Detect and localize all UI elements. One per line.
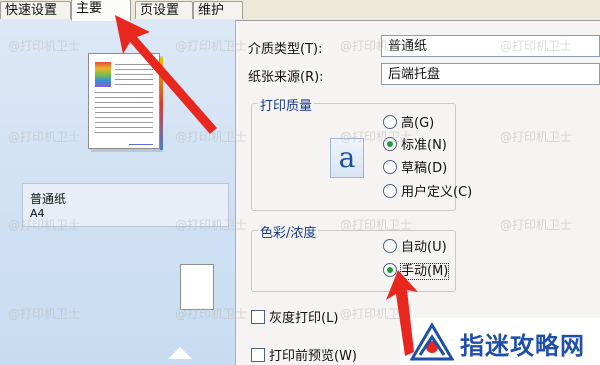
option-label: 用户定义(C) [401,185,473,200]
tab-quick-setup[interactable]: 快速设置 [0,1,71,19]
tab-label: 主要 [76,1,103,16]
media-size: A4 [30,207,45,220]
checkbox-icon[interactable] [251,310,265,324]
logo-mark-icon [410,323,454,361]
print-quality-icon: a [330,138,364,178]
option-label: 草稿(D) [401,161,448,176]
radio-icon[interactable] [383,239,397,253]
tab-maintenance[interactable]: 维护 [193,1,243,19]
quality-option-high[interactable]: 高(G) [383,115,434,133]
checkbox-label: 灰度打印(L) [269,311,339,326]
checkbox-icon[interactable] [251,348,265,362]
paper-source-label: 纸张来源(R): [248,70,324,85]
site-logo: 指迷攻略网 [400,318,600,365]
quality-option-custom[interactable]: 用户定义(C) [383,184,472,202]
tab-main[interactable]: 主要 [71,0,131,21]
media-type-value: 普通纸 [388,39,428,54]
paper-source-value: 后端托盘 [388,67,441,82]
tab-label: 维护 [198,3,225,18]
option-label: 手动(M) [399,263,450,280]
watermark: @打印机卫士 [500,218,573,232]
quality-option-standard[interactable]: 标准(N) [383,137,447,155]
paper-sheet-icon [180,264,214,310]
option-label: 标准(N) [401,138,447,153]
chevron-up-icon[interactable] [168,347,192,359]
option-label: 高(G) [401,116,435,131]
color-intensity-title: 色彩/浓度 [258,222,319,241]
media-type-select[interactable]: 普通纸 [381,35,600,57]
grayscale-print-checkbox[interactable]: 灰度打印(L) [251,307,338,326]
tab-page-setup[interactable]: 页设置 [135,1,193,19]
tab-label: 快速设置 [5,3,58,18]
media-type-label: 介质类型(T): [248,42,323,57]
logo-text: 指迷攻略网 [460,332,585,360]
color-option-manual[interactable]: 手动(M) [383,263,450,281]
radio-icon[interactable] [383,160,397,174]
watermark: @打印机卫士 [500,130,573,144]
radio-selected-icon[interactable] [383,137,397,151]
preview-image-icon [95,62,111,87]
media-name: 普通纸 [30,192,67,206]
paper-source-select[interactable]: 后端托盘 [381,63,600,85]
radio-icon[interactable] [383,184,397,198]
preview-before-print-checkbox[interactable]: 打印前预览(W) [251,345,357,364]
tab-label: 页设置 [140,3,180,18]
media-info-box: 普通纸 A4 [22,183,229,227]
print-quality-title: 打印质量 [258,95,315,114]
radio-icon[interactable] [383,115,397,129]
checkbox-label: 打印前预览(W) [269,349,357,364]
quality-option-draft[interactable]: 草稿(D) [383,160,447,178]
option-label: 自动(U) [401,240,447,255]
radio-selected-icon[interactable] [383,263,397,277]
color-option-auto[interactable]: 自动(U) [383,239,447,257]
